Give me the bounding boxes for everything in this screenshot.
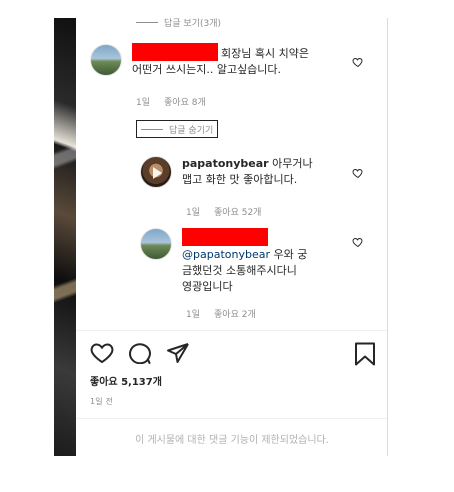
reply: papatonybear 아무거나 맵고 화한 맛 좋아합니다.: [140, 156, 313, 188]
post-actions: [90, 342, 190, 364]
avatar[interactable]: [140, 228, 172, 260]
share-icon[interactable]: [166, 342, 190, 364]
hide-replies-label: 답글 숨기기: [169, 125, 214, 136]
post-timestamp[interactable]: 1일 전: [90, 396, 113, 407]
hide-replies-button[interactable]: 답글 숨기기: [136, 120, 219, 138]
reply-likes[interactable]: 좋아요 52개: [214, 205, 261, 218]
reply-text-line2: 금했던것 소통해주시다니: [182, 264, 297, 277]
redacted-username: [132, 43, 218, 61]
comment-time: 1일: [136, 98, 151, 108]
reply-likes[interactable]: 좋아요 2개: [214, 307, 256, 320]
reply: @papatonybear 우와 궁 금했던것 소통해주시다니 영광입니다: [140, 228, 307, 295]
comment-icon[interactable]: [128, 342, 152, 364]
reply-text-line1: 아무거나: [272, 157, 313, 170]
comment-like-heart-icon[interactable]: [352, 56, 364, 68]
comment-text-line1: 회장님 혹시 치약은: [221, 47, 309, 60]
reply-text: @papatonybear 우와 궁 금했던것 소통해주시다니 영광입니다: [182, 228, 307, 295]
comment: 회장님 혹시 치약은 어떤거 쓰시는지.. 알고싶습니다.: [90, 43, 309, 78]
comment-text-line2: 어떤거 쓰시는지.. 알고싶습니다.: [132, 63, 282, 76]
footer-divider: [76, 418, 387, 419]
reply-like-heart-icon[interactable]: [352, 236, 364, 248]
avatar[interactable]: [140, 156, 172, 188]
reply-like-heart-icon[interactable]: [352, 167, 364, 179]
play-icon: [153, 167, 162, 179]
reply-meta: 1일 좋아요 52개: [186, 205, 261, 218]
view-replies-label: 답글 보기(3개): [164, 19, 222, 29]
avatar[interactable]: [90, 44, 122, 76]
redacted-username: [182, 228, 268, 246]
comment-likes[interactable]: 좋아요 8개: [164, 95, 206, 108]
reply-time: 1일: [186, 208, 201, 218]
replies-divider-line: [136, 22, 158, 23]
comment-text: 회장님 혹시 치약은 어떤거 쓰시는지.. 알고싶습니다.: [132, 43, 309, 78]
post-photo-strip: [54, 18, 76, 456]
comments-disabled-notice: 이 게시물에 대한 댓글 기능이 제한되었습니다.: [135, 434, 329, 446]
reply-text: papatonybear 아무거나 맵고 화한 맛 좋아합니다.: [182, 156, 313, 188]
reply-username[interactable]: papatonybear: [182, 157, 269, 170]
comment-meta: 1일 좋아요 8개: [136, 95, 206, 108]
actions-divider: [76, 330, 387, 331]
comments-panel: 답글 보기(3개) 회장님 혹시 치약은 어떤거 쓰시는지.. 알고싶습니다. …: [76, 18, 388, 456]
post-likes-count[interactable]: 좋아요 5,137개: [90, 373, 162, 388]
reply-text-line2: 맵고 화한 맛 좋아합니다.: [182, 173, 298, 186]
reply-mention[interactable]: @papatonybear: [182, 248, 270, 261]
replies-divider-line: [141, 128, 163, 130]
view-replies-button[interactable]: 답글 보기(3개): [136, 18, 221, 29]
reply-text-line1: 우와 궁: [273, 248, 308, 261]
reply-time: 1일: [186, 310, 201, 320]
reply-text-line3: 영광입니다: [182, 280, 233, 293]
bookmark-icon[interactable]: [354, 342, 376, 366]
heart-icon[interactable]: [90, 342, 114, 364]
reply-meta: 1일 좋아요 2개: [186, 307, 256, 320]
